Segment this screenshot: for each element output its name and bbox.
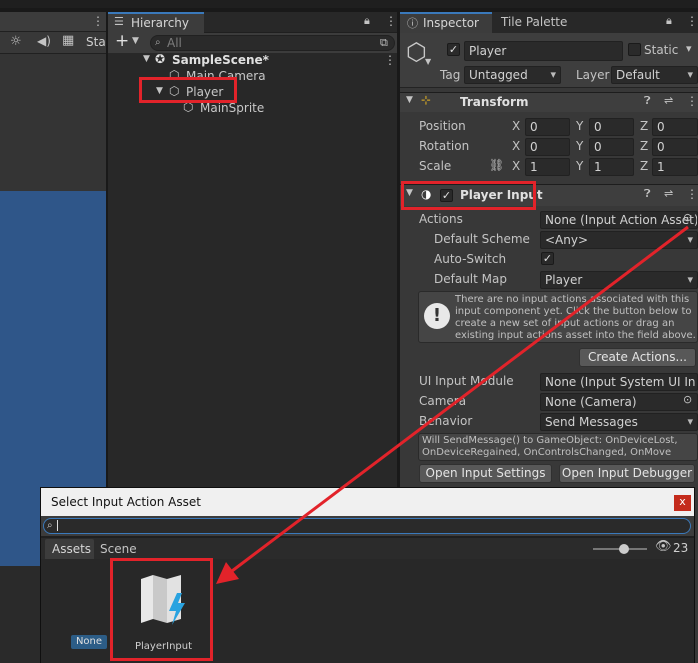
arrow-shaft bbox=[231, 225, 689, 573]
arrow-head bbox=[216, 562, 239, 584]
annotation-arrow bbox=[216, 225, 689, 584]
